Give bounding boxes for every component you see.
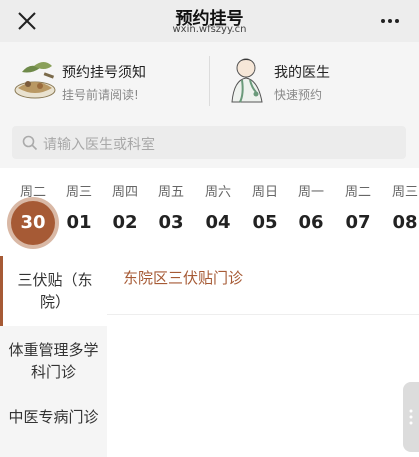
weekday-label: 周一 [297,185,324,200]
day-number: 04 [205,212,231,233]
floating-handle[interactable] [403,382,419,452]
date-item[interactable]: 周三 08 [381,184,419,238]
date-item[interactable]: 周三 01 [55,184,103,238]
weekday-label: 周三 [391,185,418,200]
date-item[interactable]: 周二 30 [9,184,57,245]
my-doctor-entry[interactable]: 我的医生 快速预约 [222,50,412,110]
sidebar-item-tcm-specialty[interactable]: 中医专病门诊 [0,396,107,457]
day-number: 06 [298,212,324,233]
date-item[interactable]: 周一 06 [287,184,335,238]
category-sidebar: 三伏贴（东院） 体重管理多学科门诊 中医专病门诊 [0,256,107,457]
search-input[interactable]: 请输入医生或科室 [12,126,406,159]
weekday-label: 周六 [204,185,231,200]
day-number: 08 [392,212,418,233]
booking-notice-entry[interactable]: 预约挂号须知 挂号前请阅读! [10,50,206,110]
entry-subtitle: 挂号前请阅读! [62,88,139,102]
entry-subtitle: 快速预约 [274,88,323,102]
day-number: 05 [252,212,278,233]
weekday-label: 周日 [251,185,278,200]
sidebar-item-weight-management[interactable]: 体重管理多学科门诊 [0,328,107,394]
herbal-medicine-icon [14,62,56,99]
drag-handle-icon [409,409,413,425]
weekday-label: 周五 [157,185,184,200]
date-item[interactable]: 周五 03 [147,184,195,238]
weekday-label: 周二 [19,185,46,200]
entry-title: 我的医生 [274,65,330,81]
date-selector: 周二 30 周三 01 周四 02 周五 03 周六 04 周日 05 周一 0… [0,168,419,256]
date-item[interactable]: 周日 05 [241,184,289,238]
entry-divider [209,56,210,106]
day-number: 01 [66,212,92,233]
search-bar: 请输入医生或科室 [0,118,419,168]
list-divider [107,314,419,315]
date-item[interactable]: 周四 02 [101,184,149,238]
sidebar-item-sanfutie-east[interactable]: 三伏贴（东院） [0,256,107,326]
more-icon[interactable] [379,12,401,30]
date-item[interactable]: 周二 07 [334,184,382,238]
weekday-label: 周四 [111,185,138,200]
weekday-label: 周三 [65,185,92,200]
doctor-icon [231,58,263,103]
day-number: 07 [345,212,371,233]
department-panel: 三伏贴（东院） 体重管理多学科门诊 中医专病门诊 东院区三伏贴门诊 [0,256,419,457]
department-list: 东院区三伏贴门诊 [107,256,419,457]
search-placeholder: 请输入医生或科室 [43,137,155,153]
day-number: 02 [112,212,138,233]
entry-title: 预约挂号须知 [62,65,146,81]
day-number: 30 [11,201,55,245]
day-number: 03 [158,212,184,233]
page-domain: wxin.wfszyy.cn [172,24,247,35]
nav-header: 预约挂号 wxin.wfszyy.cn [0,0,419,42]
search-icon [22,135,38,151]
weekday-label: 周二 [344,185,371,200]
department-item[interactable]: 东院区三伏贴门诊 [123,267,243,288]
date-item[interactable]: 周六 04 [194,184,242,238]
